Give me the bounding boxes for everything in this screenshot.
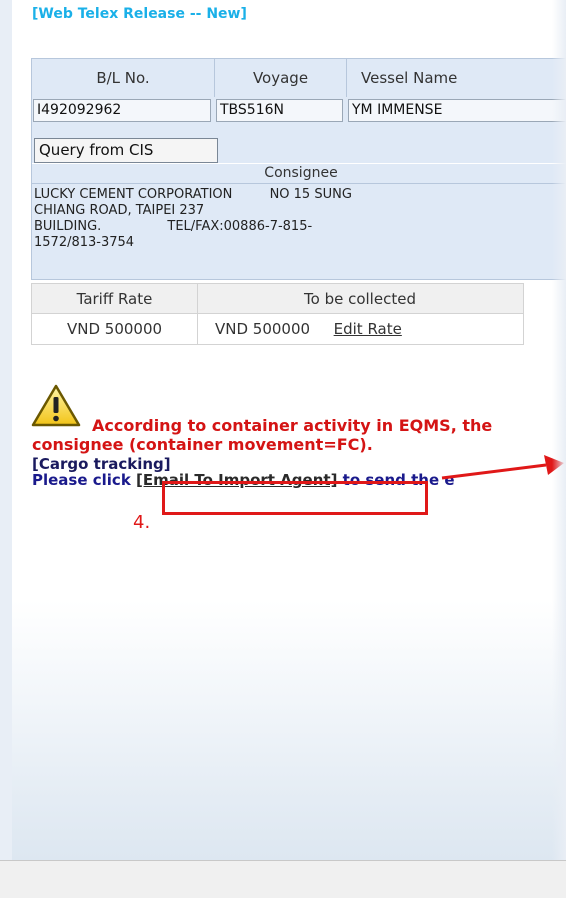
- annotation-step-label: 4.: [133, 512, 151, 533]
- consignee-text: LUCKY CEMENT CORPORATION NO 15 SUNG CHIA…: [32, 183, 566, 279]
- page-body: [Web Telex Release -- New] B/L No. Voyag…: [0, 0, 566, 860]
- page-title: [Web Telex Release -- New]: [32, 6, 247, 22]
- vessel-name-field[interactable]: YM IMMENSE: [348, 99, 566, 122]
- edit-rate-link[interactable]: Edit Rate: [334, 320, 402, 338]
- instruction-prefix: Please click: [32, 471, 137, 489]
- annotation-highlight-box: [162, 481, 428, 515]
- query-from-cis-button[interactable]: Query from CIS: [34, 138, 218, 163]
- voyage-header: Voyage: [215, 59, 347, 97]
- tariff-table: Tariff Rate To be collected VND 500000 V…: [31, 283, 524, 345]
- column-divider: [197, 284, 198, 344]
- to-be-collected-cell: VND 500000 Edit Rate: [215, 314, 515, 344]
- bl-no-header: B/L No.: [32, 59, 215, 97]
- status-bar: [0, 860, 566, 898]
- warning-message-line1: According to container activity in EQMS,…: [92, 416, 493, 435]
- annotation-arrow-icon: [441, 455, 564, 480]
- to-be-collected-header: To be collected: [197, 284, 523, 314]
- voyage-field[interactable]: TBS516N: [216, 99, 343, 122]
- tariff-rate-value: VND 500000: [66, 320, 163, 338]
- vessel-name-header: Vessel Name: [361, 69, 458, 87]
- right-window-edge: [552, 0, 566, 860]
- bl-no-field[interactable]: I492092962: [33, 99, 211, 122]
- tariff-rate-header: Tariff Rate: [32, 284, 197, 314]
- warning-triangle-icon: [31, 384, 81, 427]
- warning-message-line2: consignee (container movement=FC).: [32, 435, 373, 454]
- consignee-label: Consignee: [264, 165, 338, 181]
- bl-header-row: B/L No. Voyage Vessel Name: [32, 59, 566, 97]
- left-frame-strip: [0, 0, 12, 860]
- bl-info-panel: B/L No. Voyage Vessel Name I492092962 TB…: [31, 58, 566, 280]
- to-be-collected-value: VND 500000: [215, 320, 311, 338]
